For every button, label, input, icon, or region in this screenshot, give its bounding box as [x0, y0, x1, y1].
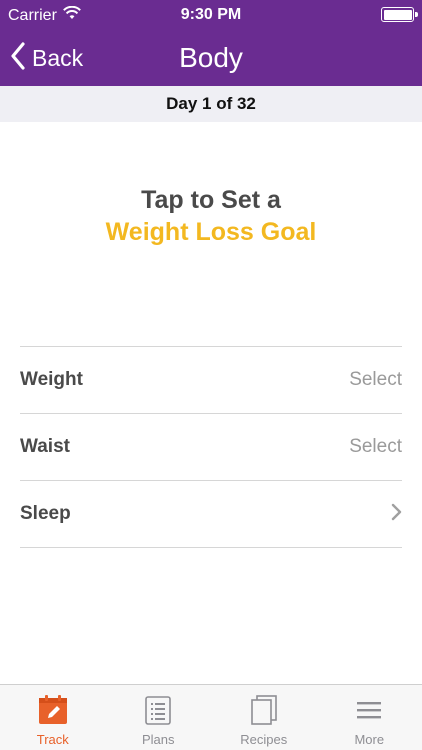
sleep-row[interactable]: Sleep [20, 481, 402, 548]
goal-label: Weight Loss Goal [105, 218, 317, 246]
tab-label: Recipes [240, 732, 288, 747]
chevron-right-icon [390, 503, 402, 526]
waist-row[interactable]: Waist Select [20, 414, 402, 481]
row-value: Select [349, 436, 402, 457]
recipe-cards-icon [247, 693, 281, 727]
row-label: Waist [20, 436, 70, 457]
tab-more[interactable]: More [317, 685, 422, 750]
status-bar: Carrier 9:30 PM [0, 0, 422, 30]
tab-plans[interactable]: Plans [106, 685, 212, 750]
goal-prompt: Tap to Set a [141, 186, 281, 214]
menu-icon [352, 693, 386, 727]
weight-row[interactable]: Weight Select [20, 347, 402, 414]
tab-bar: Track Plans Recipes More [0, 684, 422, 750]
battery-icon [381, 7, 418, 22]
tab-track[interactable]: Track [0, 685, 106, 750]
row-label: Sleep [20, 503, 71, 524]
page-title: Body [179, 42, 243, 73]
day-counter: Day 1 of 32 [0, 86, 422, 122]
tab-recipes[interactable]: Recipes [211, 685, 317, 750]
header: Carrier 9:30 PM Back Body [0, 0, 422, 86]
tab-label: More [354, 732, 385, 747]
tab-label: Track [36, 732, 69, 747]
tab-label: Plans [141, 732, 175, 747]
clipboard-list-icon [141, 693, 175, 727]
body-metrics-list: Weight Select Waist Select Sleep [20, 346, 402, 548]
calendar-edit-icon [36, 693, 70, 727]
status-time: 9:30 PM [180, 6, 242, 23]
row-label: Weight [20, 369, 83, 390]
row-value: Select [349, 369, 402, 390]
nav-bar: Back Body [0, 30, 422, 86]
set-goal-button[interactable]: Tap to Set a Weight Loss Goal [0, 184, 422, 248]
